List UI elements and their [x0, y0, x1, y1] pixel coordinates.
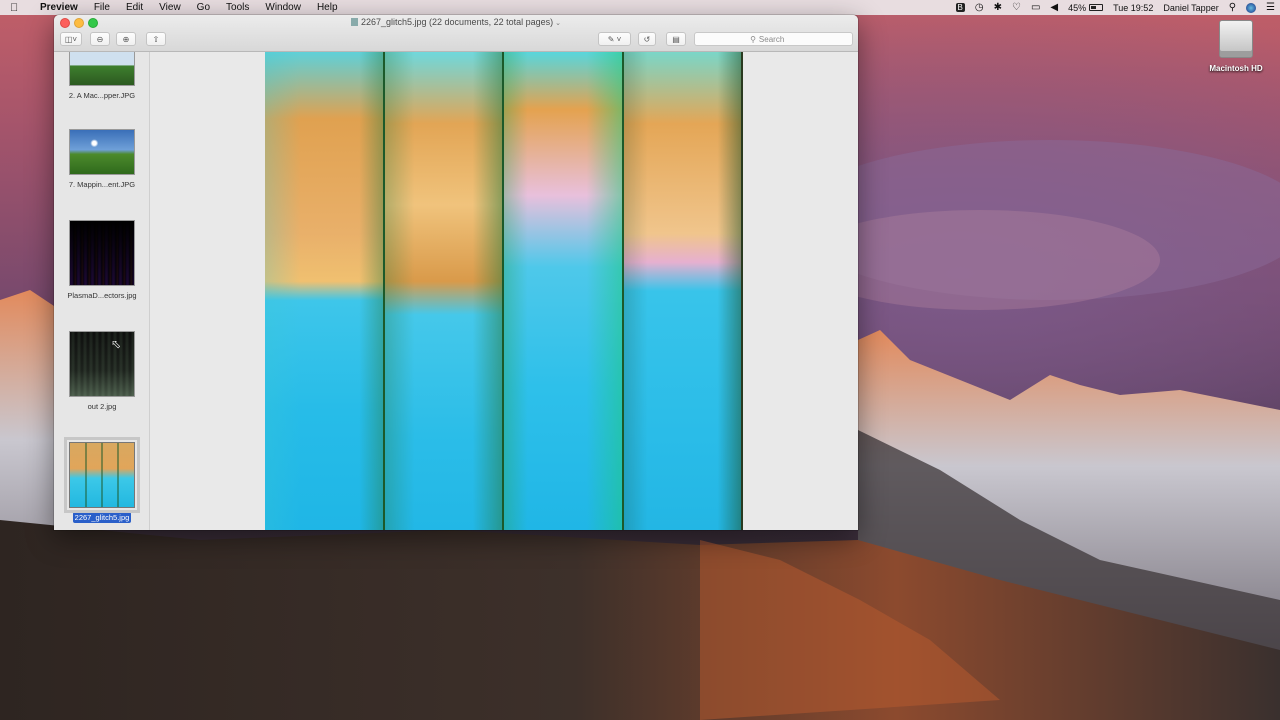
bluetooth-icon[interactable]: ✱	[989, 2, 1007, 13]
siri-icon[interactable]	[1241, 2, 1261, 13]
pen-icon: ✎ ˅	[607, 34, 622, 44]
thumbnail-item-selected[interactable]: 2267_glitch5.jpg	[54, 437, 149, 523]
apple-menu-icon[interactable]: 	[10, 2, 28, 14]
hard-drive-icon	[1219, 20, 1253, 58]
menu-app-name[interactable]: Preview	[28, 2, 86, 13]
sidebar-icon: ◫˅	[64, 34, 78, 44]
spotlight-icon[interactable]: ⚲	[1224, 2, 1241, 13]
menu-user[interactable]: Daniel Tapper	[1158, 3, 1223, 13]
zoom-in-button[interactable]: ⊕	[116, 32, 136, 46]
document-icon	[350, 18, 358, 26]
drive-label: Macintosh HD	[1209, 64, 1263, 73]
image-strip	[265, 52, 385, 530]
menu-edit[interactable]: Edit	[118, 2, 151, 13]
thumbnail-image	[64, 437, 140, 513]
rotate-button[interactable]: ↺	[638, 32, 656, 46]
airplay-icon[interactable]: ▭	[1026, 2, 1045, 13]
time-machine-icon[interactable]: ◷	[970, 2, 989, 13]
zoom-out-button[interactable]: ⊖	[90, 32, 110, 46]
thumbnail-image	[69, 52, 135, 86]
chevron-down-icon: ⌄	[555, 20, 561, 27]
rotate-icon: ↺	[643, 34, 651, 44]
thumbnail-item[interactable]: 7. Mappin...ent.JPG	[54, 129, 149, 189]
zoom-out-icon: ⊖	[96, 34, 104, 44]
thumbnail-caption: PlasmaD...ectors.jpg	[67, 291, 137, 300]
search-icon: ⚲	[750, 34, 756, 44]
share-button[interactable]: ⇧	[146, 32, 166, 46]
search-input[interactable]	[758, 34, 797, 44]
markup-button[interactable]: ✎ ˅	[598, 32, 631, 46]
thumbnail-item[interactable]: out 2.jpg	[54, 331, 149, 411]
thumbnail-item[interactable]: 2. A Mac...pper.JPG	[54, 52, 149, 100]
toolbox-icon: ▤	[672, 34, 680, 44]
thumbnail-caption: 2267_glitch5.jpg	[72, 512, 132, 523]
mouse-cursor-icon: ⬁	[111, 337, 122, 351]
sidebar-toggle-button[interactable]: ◫˅	[60, 32, 82, 46]
search-field[interactable]: ⚲	[694, 32, 853, 46]
bbedit-icon[interactable]: B	[951, 3, 970, 12]
menu-tools[interactable]: Tools	[218, 2, 257, 13]
menu-view[interactable]: View	[151, 2, 189, 13]
wifi-icon[interactable]: ♡	[1007, 2, 1026, 13]
image-strip	[623, 52, 743, 530]
macintosh-hd-desktop-icon[interactable]: Macintosh HD	[1205, 20, 1267, 73]
image-strip	[504, 52, 624, 530]
menu-file[interactable]: File	[86, 2, 118, 13]
thumbnail-image	[69, 220, 135, 286]
image-strip	[384, 52, 504, 530]
share-icon: ⇧	[152, 34, 160, 44]
volume-icon[interactable]: ◀	[1045, 2, 1063, 13]
zoom-in-icon: ⊕	[122, 34, 130, 44]
thumbnail-image	[69, 331, 135, 397]
menu-window[interactable]: Window	[257, 2, 309, 13]
battery-icon	[1089, 4, 1104, 11]
menu-bar:  Preview File Edit View Go Tools Window…	[0, 0, 1280, 15]
window-title-container[interactable]: 2267_glitch5.jpg (22 documents, 22 total…	[54, 17, 858, 27]
menu-help[interactable]: Help	[309, 2, 346, 13]
thumbnail-sidebar[interactable]: 2. A Mac...pper.JPG 7. Mappin...ent.JPG …	[54, 52, 150, 530]
thumbnail-caption: 2. A Mac...pper.JPG	[68, 91, 136, 100]
menu-go[interactable]: Go	[189, 2, 218, 13]
toolbox-button[interactable]: ▤	[666, 32, 686, 46]
thumbnail-caption: out 2.jpg	[87, 402, 117, 411]
displayed-image	[265, 52, 743, 530]
thumbnail-caption: 7. Mappin...ent.JPG	[68, 180, 136, 189]
thumbnail-item[interactable]: PlasmaD...ectors.jpg	[54, 220, 149, 300]
window-title: 2267_glitch5.jpg (22 documents, 22 total…	[360, 17, 554, 27]
menu-clock[interactable]: Tue 19:52	[1108, 3, 1158, 13]
status-area: B ◷ ✱ ♡ ▭ ◀ 45% Tue 19:52 Daniel Tapper …	[951, 0, 1280, 15]
preview-window: 2267_glitch5.jpg (22 documents, 22 total…	[54, 15, 858, 530]
battery-status[interactable]: 45%	[1063, 3, 1108, 13]
image-viewer[interactable]	[150, 52, 858, 530]
window-toolbar: 2267_glitch5.jpg (22 documents, 22 total…	[54, 15, 858, 52]
battery-percent: 45%	[1068, 2, 1087, 13]
notification-center-icon[interactable]: ☰	[1261, 2, 1280, 13]
thumbnail-image	[69, 129, 135, 175]
